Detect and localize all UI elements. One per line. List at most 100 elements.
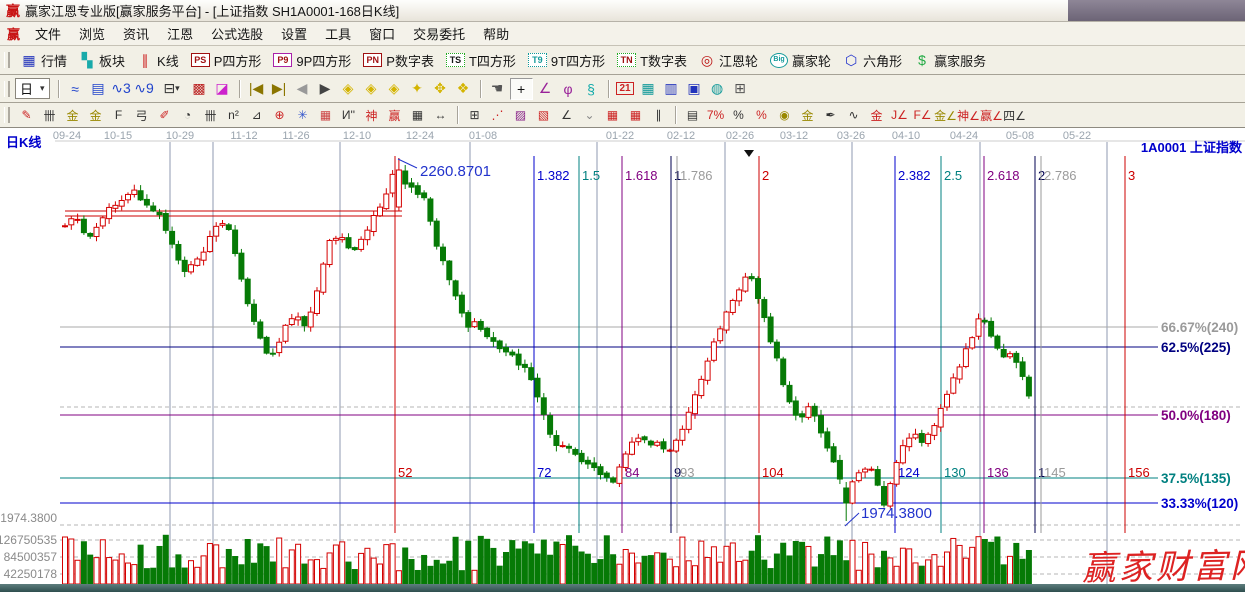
- t-number-table-button[interactable]: TNT数字表: [611, 49, 693, 72]
- low-price-annotation: 1974.3800: [861, 505, 932, 522]
- calculator-button[interactable]: ▦: [638, 79, 659, 99]
- last-bar-button[interactable]: ▶|: [269, 79, 290, 99]
- fan-lines-tool-button[interactable]: ⋰: [487, 106, 508, 124]
- fan-box-tool-2-button[interactable]: ▧: [533, 106, 554, 124]
- brush-tool-button[interactable]: ✎: [16, 106, 37, 124]
- notes-button[interactable]: ▥: [661, 79, 682, 99]
- menu-item-6[interactable]: 工具: [316, 22, 360, 45]
- zoom-in-button[interactable]: ✦: [407, 79, 428, 99]
- gold-section-circle-tool-button[interactable]: ◉: [774, 106, 795, 124]
- page-right-button[interactable]: ▶: [315, 79, 336, 99]
- mark-pen-tool-button[interactable]: ✒: [820, 106, 841, 124]
- red-matrix-tool-button[interactable]: ▦: [602, 106, 623, 124]
- fan-box-tool-button[interactable]: ▨: [510, 106, 531, 124]
- web-export-button[interactable]: ◍: [707, 79, 728, 99]
- v-line-tool-button[interactable]: ⌄: [579, 106, 600, 124]
- percent-channel-tool-button[interactable]: 7%: [705, 106, 726, 124]
- span-measure-tool-button[interactable]: ↔: [430, 106, 451, 124]
- save-button[interactable]: ▣: [684, 79, 705, 99]
- gold-grid-tool-2-button[interactable]: 金: [85, 106, 106, 124]
- 9t-square-button[interactable]: T99T四方形: [522, 49, 611, 72]
- ying-angle-tool-button[interactable]: 赢∠: [981, 106, 1002, 124]
- expand-horizontal-button[interactable]: ◈: [384, 79, 405, 99]
- grid-scale-tool-button[interactable]: 卌: [39, 106, 60, 124]
- workstation-button[interactable]: ⊞: [730, 79, 751, 99]
- time-cycle-tool-button[interactable]: ◔: [177, 106, 198, 124]
- red-grid-tool-button[interactable]: ▦: [315, 106, 336, 124]
- fractal-tool-button[interactable]: §: [581, 79, 602, 99]
- f-angle-tool-button[interactable]: F∠: [912, 106, 933, 124]
- n-square-tool-button[interactable]: n²: [223, 106, 244, 124]
- t-square-button[interactable]: TST四方形: [440, 49, 522, 72]
- f-angle-tool-icon: F∠: [913, 108, 931, 122]
- shen-angle-tool-button[interactable]: 神∠: [958, 106, 979, 124]
- target-cross-tool-button[interactable]: ⊕: [269, 106, 290, 124]
- menu-item-8[interactable]: 交易委托: [404, 22, 474, 45]
- grid-123-tool-button[interactable]: ▦: [407, 106, 428, 124]
- menu-item-7[interactable]: 窗口: [360, 22, 404, 45]
- angle-lines-tool-button[interactable]: ∠: [556, 106, 577, 124]
- menu-item-4[interactable]: 公式选股: [202, 22, 272, 45]
- first-bar-button[interactable]: |◀: [246, 79, 267, 99]
- quotes-button[interactable]: ▦行情: [15, 49, 73, 72]
- angle-mirror-tool-button[interactable]: ⊿: [246, 106, 267, 124]
- menu-item-5[interactable]: 设置: [272, 22, 316, 45]
- menu-item-0[interactable]: 文件: [26, 22, 70, 45]
- three-wave-button[interactable]: ∿3: [111, 79, 132, 99]
- sectors-button[interactable]: ▚板块: [73, 49, 131, 72]
- wave-band-tool-button[interactable]: ∿: [843, 106, 864, 124]
- gann-wheel-button[interactable]: ◎江恩轮: [693, 49, 764, 72]
- gold-red-tool-button[interactable]: 金: [866, 106, 887, 124]
- info-note-button[interactable]: ▤: [88, 79, 109, 99]
- calendar-button[interactable]: 21: [615, 79, 636, 99]
- shift-left-button[interactable]: ◈: [338, 79, 359, 99]
- p-square-button[interactable]: PSP四方形: [185, 49, 268, 72]
- star-grid-tool-button[interactable]: ✳: [292, 106, 313, 124]
- menu-item-3[interactable]: 江恩: [158, 22, 202, 45]
- 9p-square-button[interactable]: P99P四方形: [267, 49, 357, 72]
- k-quote-tool-button[interactable]: И'': [338, 106, 359, 124]
- scale-tool-button[interactable]: 卌: [200, 106, 221, 124]
- menu-item-1[interactable]: 浏览: [70, 22, 114, 45]
- menu-item-9[interactable]: 帮助: [474, 22, 518, 45]
- gold-angle-tool-button[interactable]: 金∠: [935, 106, 956, 124]
- zigzag-overlay-button[interactable]: ≈: [65, 79, 86, 99]
- percent-line-tool-button[interactable]: %: [751, 106, 772, 124]
- menu-item-2[interactable]: 资讯: [114, 22, 158, 45]
- ying-grid-tool-button[interactable]: 赢: [384, 106, 405, 124]
- f-grid-tool-button[interactable]: F: [108, 106, 129, 124]
- trendline-tool-button[interactable]: ∠: [535, 79, 556, 99]
- fib-list-tool-button[interactable]: ▤: [682, 106, 703, 124]
- shift-right-button[interactable]: ◈: [361, 79, 382, 99]
- percent-tool-button[interactable]: %: [728, 106, 749, 124]
- hand-tool-button[interactable]: ☚: [487, 79, 508, 99]
- page-left-button[interactable]: ◀: [292, 79, 313, 99]
- shen-grid-tool-button[interactable]: 神: [361, 106, 382, 124]
- gold-section-line-tool-button[interactable]: 金: [797, 106, 818, 124]
- j-angle-tool-button[interactable]: J∠: [889, 106, 910, 124]
- fit-view-button[interactable]: ❖: [453, 79, 474, 99]
- nine-wave-button[interactable]: ∿9: [134, 79, 155, 99]
- hexagon-button[interactable]: ⬡六角形: [837, 49, 908, 72]
- candle-body: [333, 238, 338, 240]
- gold-grid-tool-button[interactable]: 金: [62, 106, 83, 124]
- frame-tool-button[interactable]: ⊞: [464, 106, 485, 124]
- date-tick-label: 02-26: [726, 130, 754, 142]
- spiral-grid-tool-button[interactable]: 弓: [131, 106, 152, 124]
- crosshair-tool-button[interactable]: +: [510, 78, 533, 100]
- candle-style-selector-button[interactable]: ⊟▾: [157, 79, 187, 99]
- zoom-out-button[interactable]: ✥: [430, 79, 451, 99]
- p-number-table-button[interactable]: PNP数字表: [357, 49, 440, 72]
- kline-button[interactable]: ∥K线: [131, 49, 185, 72]
- winner-wheel-button[interactable]: Big赢家轮: [764, 49, 837, 72]
- profile-chart-button[interactable]: ◪: [212, 79, 233, 99]
- si-angle-tool-button[interactable]: 四∠: [1004, 106, 1025, 124]
- winner-service-button[interactable]: $赢家服务: [908, 49, 992, 72]
- brush-tool-2-button[interactable]: ✐: [154, 106, 175, 124]
- parallel-lines-tool-button[interactable]: ∥: [648, 106, 669, 124]
- period-day-selector[interactable]: 日▾: [15, 78, 50, 99]
- gann-map-button[interactable]: ▩: [189, 79, 210, 99]
- gann-line-tool-button[interactable]: φ: [558, 79, 579, 99]
- chart-canvas[interactable]: 66.67%(240)62.5%(225)50.0%(180)37.5%(135…: [0, 128, 1245, 584]
- red-matrix-arrow-tool-button[interactable]: ▦: [625, 106, 646, 124]
